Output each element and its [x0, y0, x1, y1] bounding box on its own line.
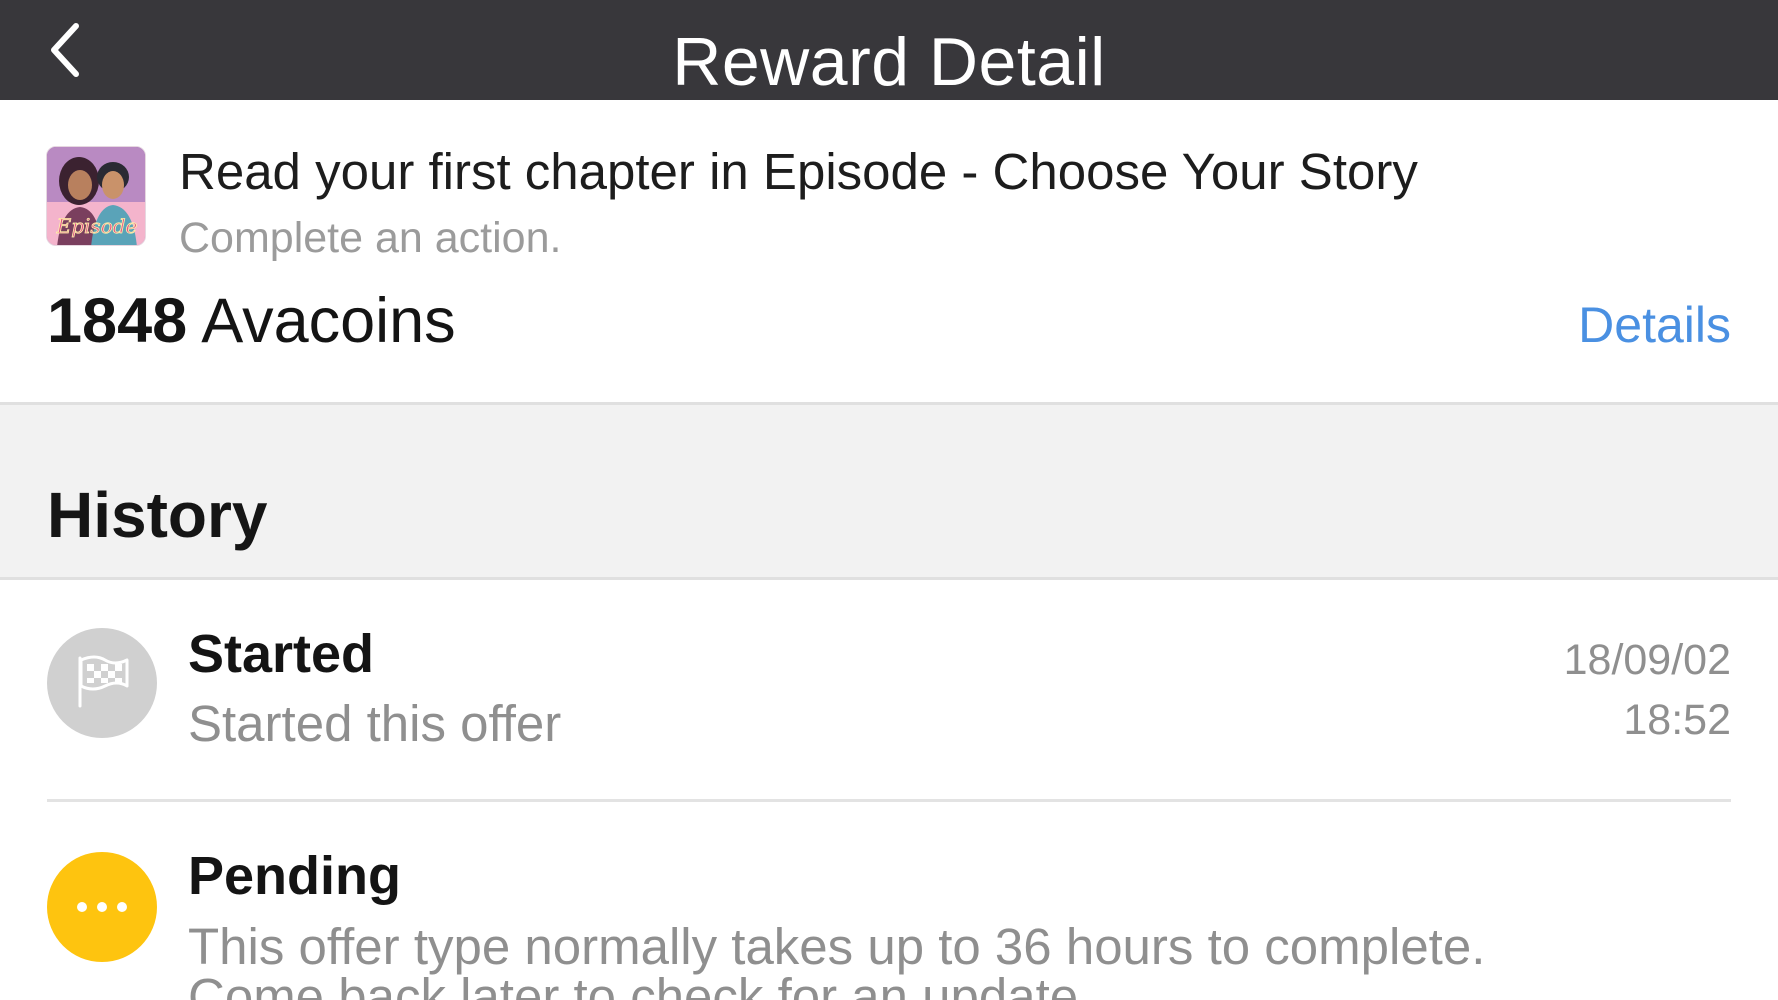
- history-item-started: Started Started this offer 18/09/02 18:5…: [0, 580, 1778, 802]
- offer-subtitle: Complete an action.: [179, 214, 562, 262]
- started-status-badge: [47, 628, 157, 738]
- history-item-date: 18/09/02: [1563, 636, 1731, 684]
- history-item-status: Pending: [188, 846, 401, 906]
- ellipsis-icon: [77, 902, 127, 912]
- reward-amount-number: 1848: [47, 286, 188, 356]
- offer-title: Read your first chapter in Episode - Cho…: [179, 143, 1418, 200]
- history-item-status: Started: [188, 624, 375, 684]
- page-title: Reward Detail: [672, 24, 1106, 100]
- reward-detail-screen: Reward Detail Episode Read your first ch…: [0, 0, 1778, 1000]
- history-list: Started Started this offer 18/09/02 18:5…: [0, 580, 1778, 1000]
- history-item-time: 18:52: [1623, 696, 1731, 744]
- history-title: History: [47, 479, 268, 551]
- episode-app-icon: Episode: [46, 146, 146, 246]
- reward-amount: 1848 Avacoins: [47, 283, 456, 359]
- history-section-header: History: [0, 402, 1778, 580]
- history-item-pending: Pending This offer type normally takes u…: [0, 802, 1778, 1000]
- details-link[interactable]: Details: [1578, 293, 1731, 357]
- top-app-bar: Reward Detail: [0, 0, 1778, 100]
- history-item-description: Started this offer: [188, 695, 562, 752]
- pending-status-badge: [47, 852, 157, 962]
- reward-currency: Avacoins: [201, 286, 456, 356]
- history-item-description-line-2: Come back later to check for an update.: [188, 968, 1093, 1000]
- svg-text:Episode: Episode: [56, 214, 138, 238]
- offer-summary: Episode Read your first chapter in Episo…: [0, 100, 1778, 402]
- flag-icon: [78, 655, 129, 708]
